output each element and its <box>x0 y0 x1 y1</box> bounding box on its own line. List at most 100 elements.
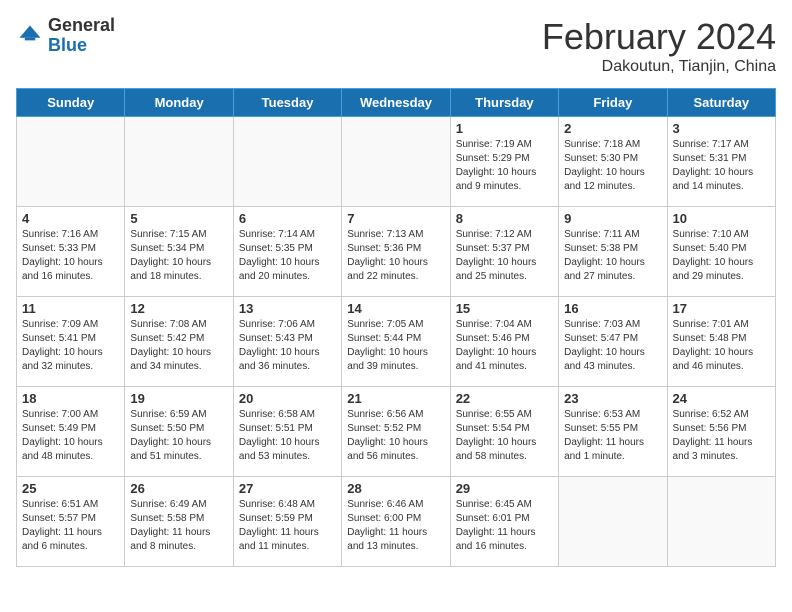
day-number: 8 <box>456 211 553 226</box>
day-number: 15 <box>456 301 553 316</box>
day-info: Sunrise: 7:18 AMSunset: 5:30 PMDaylight:… <box>564 138 661 194</box>
weekday-header-wednesday: Wednesday <box>342 89 450 117</box>
day-info: Sunrise: 6:49 AMSunset: 5:58 PMDaylight:… <box>130 498 227 554</box>
calendar-cell: 21 Sunrise: 6:56 AMSunset: 5:52 PMDayligh… <box>342 387 450 477</box>
day-info: Sunrise: 6:59 AMSunset: 5:50 PMDaylight:… <box>130 408 227 464</box>
day-number: 3 <box>673 121 770 136</box>
day-number: 21 <box>347 391 444 406</box>
day-number: 25 <box>22 481 119 496</box>
day-info: Sunrise: 7:08 AMSunset: 5:42 PMDaylight:… <box>130 318 227 374</box>
day-info: Sunrise: 7:04 AMSunset: 5:46 PMDaylight:… <box>456 318 553 374</box>
calendar-cell: 13 Sunrise: 7:06 AMSunset: 5:43 PMDayligh… <box>233 297 341 387</box>
calendar-cell: 6 Sunrise: 7:14 AMSunset: 5:35 PMDaylight… <box>233 207 341 297</box>
calendar-cell: 8 Sunrise: 7:12 AMSunset: 5:37 PMDaylight… <box>450 207 558 297</box>
day-number: 13 <box>239 301 336 316</box>
calendar-table: SundayMondayTuesdayWednesdayThursdayFrid… <box>16 88 776 567</box>
day-number: 10 <box>673 211 770 226</box>
logo-blue-text: Blue <box>48 35 87 55</box>
day-info: Sunrise: 6:45 AMSunset: 6:01 PMDaylight:… <box>456 498 553 554</box>
day-number: 11 <box>22 301 119 316</box>
calendar-cell: 5 Sunrise: 7:15 AMSunset: 5:34 PMDaylight… <box>125 207 233 297</box>
day-info: Sunrise: 7:13 AMSunset: 5:36 PMDaylight:… <box>347 228 444 284</box>
calendar-subtitle: Dakoutun, Tianjin, China <box>542 58 776 76</box>
calendar-cell: 10 Sunrise: 7:10 AMSunset: 5:40 PMDayligh… <box>667 207 775 297</box>
day-info: Sunrise: 7:19 AMSunset: 5:29 PMDaylight:… <box>456 138 553 194</box>
day-number: 9 <box>564 211 661 226</box>
day-info: Sunrise: 6:55 AMSunset: 5:54 PMDaylight:… <box>456 408 553 464</box>
day-number: 26 <box>130 481 227 496</box>
day-info: Sunrise: 7:06 AMSunset: 5:43 PMDaylight:… <box>239 318 336 374</box>
day-info: Sunrise: 6:48 AMSunset: 5:59 PMDaylight:… <box>239 498 336 554</box>
day-info: Sunrise: 7:10 AMSunset: 5:40 PMDaylight:… <box>673 228 770 284</box>
day-info: Sunrise: 6:51 AMSunset: 5:57 PMDaylight:… <box>22 498 119 554</box>
calendar-cell: 27 Sunrise: 6:48 AMSunset: 5:59 PMDayligh… <box>233 477 341 567</box>
calendar-cell <box>125 117 233 207</box>
calendar-cell: 11 Sunrise: 7:09 AMSunset: 5:41 PMDayligh… <box>17 297 125 387</box>
calendar-cell: 20 Sunrise: 6:58 AMSunset: 5:51 PMDayligh… <box>233 387 341 477</box>
weekday-header-sunday: Sunday <box>17 89 125 117</box>
day-number: 6 <box>239 211 336 226</box>
day-info: Sunrise: 7:01 AMSunset: 5:48 PMDaylight:… <box>673 318 770 374</box>
day-info: Sunrise: 7:05 AMSunset: 5:44 PMDaylight:… <box>347 318 444 374</box>
day-info: Sunrise: 6:46 AMSunset: 6:00 PMDaylight:… <box>347 498 444 554</box>
day-number: 17 <box>673 301 770 316</box>
day-number: 28 <box>347 481 444 496</box>
calendar-cell <box>667 477 775 567</box>
day-number: 14 <box>347 301 444 316</box>
day-info: Sunrise: 6:52 AMSunset: 5:56 PMDaylight:… <box>673 408 770 464</box>
day-number: 12 <box>130 301 227 316</box>
day-number: 4 <box>22 211 119 226</box>
day-number: 19 <box>130 391 227 406</box>
calendar-cell: 24 Sunrise: 6:52 AMSunset: 5:56 PMDayligh… <box>667 387 775 477</box>
logo-icon <box>16 22 44 50</box>
day-number: 7 <box>347 211 444 226</box>
day-info: Sunrise: 7:09 AMSunset: 5:41 PMDaylight:… <box>22 318 119 374</box>
calendar-cell: 26 Sunrise: 6:49 AMSunset: 5:58 PMDayligh… <box>125 477 233 567</box>
calendar-cell: 25 Sunrise: 6:51 AMSunset: 5:57 PMDayligh… <box>17 477 125 567</box>
calendar-cell: 3 Sunrise: 7:17 AMSunset: 5:31 PMDaylight… <box>667 117 775 207</box>
calendar-cell: 18 Sunrise: 7:00 AMSunset: 5:49 PMDayligh… <box>17 387 125 477</box>
title-block: February 2024 Dakoutun, Tianjin, China <box>542 16 776 76</box>
weekday-header-thursday: Thursday <box>450 89 558 117</box>
calendar-cell: 9 Sunrise: 7:11 AMSunset: 5:38 PMDaylight… <box>559 207 667 297</box>
calendar-cell: 1 Sunrise: 7:19 AMSunset: 5:29 PMDaylight… <box>450 117 558 207</box>
day-number: 23 <box>564 391 661 406</box>
calendar-cell: 16 Sunrise: 7:03 AMSunset: 5:47 PMDayligh… <box>559 297 667 387</box>
day-info: Sunrise: 7:15 AMSunset: 5:34 PMDaylight:… <box>130 228 227 284</box>
calendar-cell: 28 Sunrise: 6:46 AMSunset: 6:00 PMDayligh… <box>342 477 450 567</box>
calendar-cell <box>342 117 450 207</box>
calendar-cell <box>559 477 667 567</box>
day-number: 16 <box>564 301 661 316</box>
day-number: 24 <box>673 391 770 406</box>
day-info: Sunrise: 7:03 AMSunset: 5:47 PMDaylight:… <box>564 318 661 374</box>
calendar-cell <box>17 117 125 207</box>
weekday-header-monday: Monday <box>125 89 233 117</box>
calendar-cell: 22 Sunrise: 6:55 AMSunset: 5:54 PMDayligh… <box>450 387 558 477</box>
day-number: 22 <box>456 391 553 406</box>
day-number: 5 <box>130 211 227 226</box>
calendar-cell: 17 Sunrise: 7:01 AMSunset: 5:48 PMDayligh… <box>667 297 775 387</box>
calendar-cell: 2Sunrise: 7:18 AMSunset: 5:30 PMDaylight… <box>559 117 667 207</box>
day-info: Sunrise: 7:00 AMSunset: 5:49 PMDaylight:… <box>22 408 119 464</box>
day-info: Sunrise: 6:56 AMSunset: 5:52 PMDaylight:… <box>347 408 444 464</box>
calendar-cell: 4 Sunrise: 7:16 AMSunset: 5:33 PMDaylight… <box>17 207 125 297</box>
day-info: Sunrise: 7:17 AMSunset: 5:31 PMDaylight:… <box>673 138 770 194</box>
calendar-title: February 2024 <box>542 16 776 58</box>
calendar-cell: 12 Sunrise: 7:08 AMSunset: 5:42 PMDayligh… <box>125 297 233 387</box>
day-number: 1 <box>456 121 553 136</box>
weekday-header-saturday: Saturday <box>667 89 775 117</box>
day-info: Sunrise: 6:58 AMSunset: 5:51 PMDaylight:… <box>239 408 336 464</box>
calendar-cell: 14 Sunrise: 7:05 AMSunset: 5:44 PMDayligh… <box>342 297 450 387</box>
day-info: Sunrise: 7:11 AMSunset: 5:38 PMDaylight:… <box>564 228 661 284</box>
day-info: Sunrise: 6:53 AMSunset: 5:55 PMDaylight:… <box>564 408 661 464</box>
day-number: 27 <box>239 481 336 496</box>
day-info: Sunrise: 7:12 AMSunset: 5:37 PMDaylight:… <box>456 228 553 284</box>
day-number: 20 <box>239 391 336 406</box>
day-number: 18 <box>22 391 119 406</box>
day-info: Sunrise: 7:14 AMSunset: 5:35 PMDaylight:… <box>239 228 336 284</box>
logo-general-text: General <box>48 15 115 35</box>
weekday-header-friday: Friday <box>559 89 667 117</box>
calendar-cell: 19 Sunrise: 6:59 AMSunset: 5:50 PMDayligh… <box>125 387 233 477</box>
day-info: Sunrise: 7:16 AMSunset: 5:33 PMDaylight:… <box>22 228 119 284</box>
calendar-cell: 29Sunrise: 6:45 AMSunset: 6:01 PMDayligh… <box>450 477 558 567</box>
